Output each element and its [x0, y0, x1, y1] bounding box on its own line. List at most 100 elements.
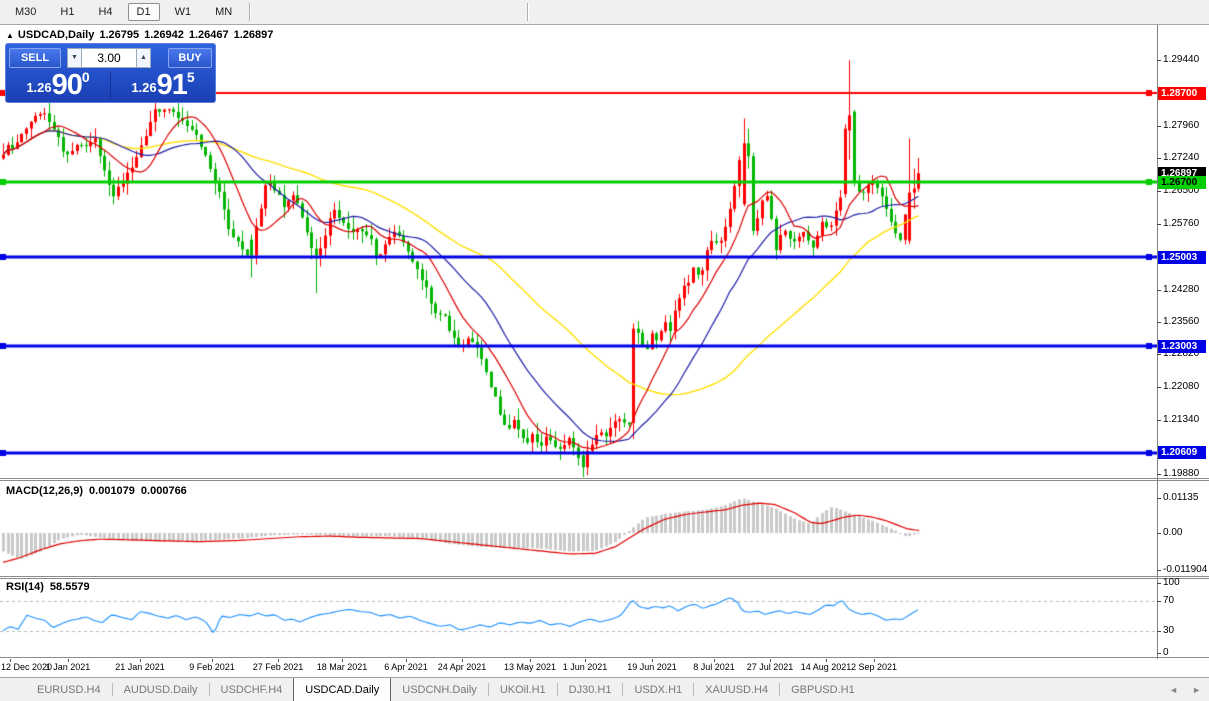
tabbar-left-pad — [0, 678, 26, 701]
tab-scroll-left-icon[interactable]: ◄ — [1169, 685, 1178, 695]
date-label: 24 Apr 2021 — [437, 662, 487, 672]
collapse-panel-icon[interactable]: ▲ — [6, 31, 14, 40]
macd-scale-dash — [1157, 570, 1161, 571]
buy-price[interactable]: 1.26 91 5 — [111, 69, 215, 102]
date-label: 21 Jan 2021 — [115, 662, 165, 672]
timeframe-button-h1[interactable]: H1 — [51, 3, 83, 21]
timeframe-button-h4[interactable]: H4 — [89, 3, 121, 21]
rsi-label: RSI(14) 58.5579 — [6, 581, 96, 593]
price-badge-123003: 1.23003 — [1158, 340, 1206, 353]
ohlc-low: 1.26467 — [188, 29, 229, 41]
price-tick-dash — [1157, 474, 1161, 475]
tab-usdx-h1[interactable]: USDX.H1 — [623, 678, 693, 701]
tab-dj30-h1[interactable]: DJ30.H1 — [558, 678, 623, 701]
volume-down-icon[interactable]: ▼ — [67, 47, 82, 68]
rsi-value: 58.5579 — [49, 581, 90, 593]
price-tick-label: 1.24280 — [1163, 284, 1200, 295]
sell-button[interactable]: SELL — [9, 47, 61, 68]
price-tick-label: 1.25760 — [1163, 218, 1200, 229]
price-tick-label: 1.19880 — [1163, 468, 1200, 479]
sell-price-main: 90 — [51, 69, 83, 101]
macd-scale-label: -0.011904 — [1163, 564, 1208, 575]
buy-price-prefix: 1.26 — [131, 80, 157, 95]
volume-stepper: ▼ 3.00 ▲ — [67, 47, 151, 68]
tab-scroll-right-icon[interactable]: ► — [1192, 685, 1201, 695]
date-label: 1 Jun 2021 — [562, 662, 608, 672]
timeframe-button-d1[interactable]: D1 — [127, 3, 160, 21]
date-label: 1 Jan 2021 — [45, 662, 91, 672]
buy-price-pip: 5 — [186, 69, 195, 85]
macd-value-1: 0.001079 — [89, 485, 135, 497]
price-tick-label: 1.22080 — [1163, 381, 1200, 392]
timeframe-button-mn[interactable]: MN — [206, 3, 241, 21]
price-tick-label: 1.27960 — [1163, 120, 1200, 131]
price-tick-dash — [1157, 60, 1161, 61]
rsi-scale-label: 0 — [1163, 647, 1169, 658]
symbol-ohlc-line: ▲ USDCAD,Daily 1.26795 1.26942 1.26467 1.2689… — [6, 29, 278, 41]
macd-name: MACD(12,26,9) — [6, 485, 84, 497]
ohlc-close: 1.26897 — [233, 29, 274, 41]
chart-tabs: EURUSD.H4 AUDUSD.Daily USDCHF.H4 USDCAD.Dai… — [26, 678, 866, 701]
date-label: 13 May 2021 — [503, 662, 557, 672]
timeframe-buttons: M30 H1 H4 D1 W1 MN — [0, 3, 241, 21]
macd-scale-label: 0.00 — [1163, 527, 1183, 538]
date-label: 8 Jul 2021 — [693, 662, 735, 672]
price-badge-126700: 1.26700 — [1158, 176, 1206, 189]
symbol-title: USDCAD,Daily — [17, 29, 95, 41]
date-label: 12 Dec 2020 — [1, 662, 53, 672]
rsi-panel-splitter[interactable] — [0, 576, 1209, 579]
chart-tab-bar: EURUSD.H4 AUDUSD.Daily USDCHF.H4 USDCAD.Dai… — [0, 677, 1209, 701]
rsi-scale-label: 30 — [1163, 625, 1175, 636]
rsi-scale-dash — [1157, 631, 1161, 632]
price-tick-dash — [1157, 354, 1161, 355]
price-tick-dash — [1157, 322, 1161, 323]
tab-xauusd-h4[interactable]: XAUUSD.H4 — [694, 678, 779, 701]
sell-price-pip: 0 — [81, 69, 90, 85]
rsi-scale-label: 100 — [1163, 577, 1180, 588]
sell-price[interactable]: 1.26 90 0 — [6, 69, 110, 102]
price-tick-dash — [1157, 126, 1161, 127]
price-tick-dash — [1157, 224, 1161, 225]
macd-scale-dash — [1157, 533, 1161, 534]
price-chart-canvas[interactable] — [0, 25, 1157, 659]
rsi-scale-dash — [1157, 653, 1161, 654]
tab-audusd-daily[interactable]: AUDUSD.Daily — [113, 678, 209, 701]
volume-up-icon[interactable]: ▲ — [136, 47, 151, 68]
date-label: 18 Mar 2021 — [316, 662, 368, 672]
buy-button[interactable]: BUY — [168, 47, 212, 68]
mt4-window: M30 H1 H4 D1 W1 MN ▲ USDCAD,Daily 1.26795 1.2694… — [0, 0, 1209, 701]
ohlc-open: 1.26795 — [99, 29, 140, 41]
macd-scale-dash — [1157, 498, 1161, 499]
ohlc-high: 1.26942 — [144, 29, 184, 41]
macd-label: MACD(12,26,9) 0.001079 0.000766 — [6, 485, 193, 497]
price-tick-dash — [1157, 191, 1161, 192]
timeframe-button-w1[interactable]: W1 — [166, 3, 201, 21]
date-label: 2 Sep 2021 — [850, 662, 898, 672]
macd-scale-label: 0.01135 — [1163, 492, 1199, 503]
timeframe-toolbar: M30 H1 H4 D1 W1 MN — [0, 0, 1209, 25]
volume-input[interactable]: 3.00 — [82, 47, 136, 68]
price-tick-dash — [1157, 420, 1161, 421]
macd-value-2: 0.000766 — [140, 485, 187, 497]
price-badge-128700: 1.28700 — [1158, 87, 1206, 100]
toolbar-separator-2 — [527, 3, 529, 21]
price-tick-label: 1.21340 — [1163, 414, 1200, 425]
one-click-trading-panel: SELL ▼ 3.00 ▲ BUY 1.26 90 0 1.26 91 5 — [5, 43, 216, 103]
price-tick-dash — [1157, 387, 1161, 388]
date-label: 27 Jul 2021 — [746, 662, 794, 672]
price-tick-label: 1.29440 — [1163, 54, 1200, 65]
buy-price-main: 91 — [156, 69, 188, 101]
tab-gbpusd-h1[interactable]: GBPUSD.H1 — [780, 678, 866, 701]
tab-usdcad-daily[interactable]: USDCAD.Daily — [293, 678, 392, 701]
tab-eurusd-h4[interactable]: EURUSD.H4 — [26, 678, 112, 701]
tab-usdchf-h4[interactable]: USDCHF.H4 — [210, 678, 294, 701]
rsi-name: RSI(14) — [6, 581, 44, 593]
date-label: 9 Feb 2021 — [189, 662, 235, 672]
tab-ukoil-h1[interactable]: UKOil.H1 — [489, 678, 557, 701]
rsi-scale-label: 70 — [1163, 595, 1175, 606]
rsi-scale-dash — [1157, 583, 1161, 584]
tab-usdcnh-daily[interactable]: USDCNH.Daily — [391, 678, 488, 701]
date-label: 14 Aug 2021 — [800, 662, 852, 672]
macd-panel-splitter[interactable] — [0, 478, 1209, 481]
timeframe-button-m30[interactable]: M30 — [6, 3, 45, 21]
